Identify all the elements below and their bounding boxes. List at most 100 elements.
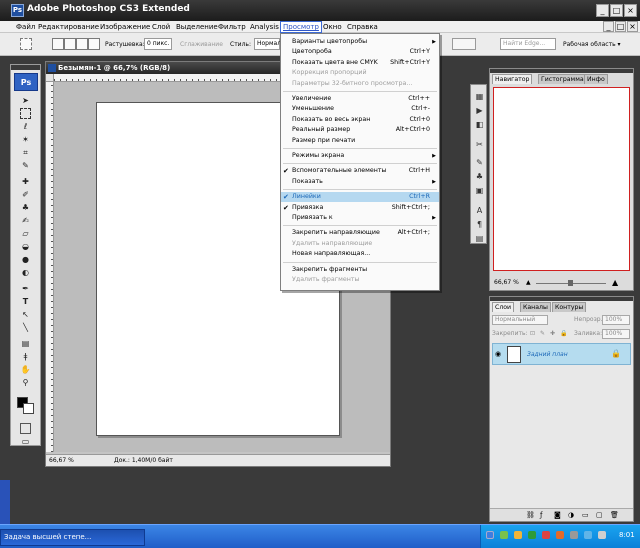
clone-source-panel-icon[interactable]: ♣ xyxy=(474,171,485,182)
menu-analysis[interactable]: Analysis xyxy=(248,22,281,32)
marquee-tool-preset-icon[interactable] xyxy=(20,38,32,50)
link-layers-icon[interactable]: ⛓ xyxy=(526,511,535,519)
slice-tool-icon[interactable]: ✎ xyxy=(20,160,31,171)
view-menu-item[interactable]: Уменьшение Ctrl+- xyxy=(281,104,439,114)
zoom-out-icon[interactable]: ▲ xyxy=(526,277,531,289)
new-layer-icon[interactable]: ▢ xyxy=(596,511,603,519)
tray-volume-icon[interactable] xyxy=(514,531,522,539)
view-menu-item[interactable]: Цветопроба Ctrl+Y xyxy=(281,47,439,57)
brushes-panel-icon[interactable]: ✎ xyxy=(474,157,485,168)
lock-transparent-icon[interactable]: ⊡ xyxy=(530,329,535,339)
background-color-swatch[interactable] xyxy=(23,403,34,414)
new-selection-icon[interactable] xyxy=(52,38,64,50)
tray-alert-icon[interactable] xyxy=(542,531,550,539)
menu-file[interactable]: Файл xyxy=(14,22,37,32)
tab-info[interactable]: Инфо xyxy=(584,74,608,84)
view-menu-item[interactable]: ✔ Вспомогательные элементы Ctrl+H xyxy=(281,166,439,176)
quick-mask-icon[interactable] xyxy=(20,423,31,434)
view-menu-item[interactable]: Новая направляющая... xyxy=(281,249,439,259)
history-brush-tool-icon[interactable]: ✍ xyxy=(20,215,31,226)
character-panel-icon[interactable]: A xyxy=(474,205,485,216)
type-tool-icon[interactable]: T xyxy=(20,296,31,307)
lock-image-icon[interactable]: ✎ xyxy=(540,329,545,339)
antialias-checkbox-label[interactable]: Сглаживание xyxy=(180,41,223,48)
delete-layer-icon[interactable]: 🗑 xyxy=(610,511,619,519)
lasso-tool-icon[interactable]: ℓ xyxy=(20,121,31,132)
zoom-in-icon[interactable]: ▲ xyxy=(612,277,618,289)
view-menu-item[interactable]: Показать во весь экран Ctrl+0 xyxy=(281,115,439,125)
tab-channels[interactable]: Каналы xyxy=(520,302,551,312)
layer-comps-panel-icon[interactable]: ◧ xyxy=(474,119,485,130)
maximize-button[interactable]: □ xyxy=(610,4,623,17)
zoom-tool-icon[interactable]: ⚲ xyxy=(20,377,31,388)
fill-input[interactable]: 100% xyxy=(602,329,630,339)
tab-paths[interactable]: Контуры xyxy=(552,302,587,312)
doc-minimize-button[interactable]: _ xyxy=(603,21,614,32)
view-menu-item[interactable]: Закрепить направляющие Alt+Ctrl+; xyxy=(281,228,439,238)
paint-bucket-tool-icon[interactable]: ◒ xyxy=(20,241,31,252)
menu-edit[interactable]: Редактирование xyxy=(36,22,101,32)
hand-tool-icon[interactable]: ✋ xyxy=(20,364,31,375)
tray-language-icon[interactable] xyxy=(584,531,592,539)
minimize-button[interactable]: _ xyxy=(596,4,609,17)
close-button[interactable]: × xyxy=(624,4,637,17)
ruler-origin[interactable] xyxy=(46,74,54,82)
tray-antivirus-icon[interactable] xyxy=(528,531,536,539)
menu-layer[interactable]: Слой xyxy=(150,22,172,32)
search-input[interactable]: Найти Edge... xyxy=(500,38,556,50)
tray-network-icon[interactable] xyxy=(486,531,494,539)
view-menu-item[interactable]: Показать цвета вне CMYK Shift+Ctrl+Y xyxy=(281,58,439,68)
eyedropper-tool-icon[interactable]: ǂ xyxy=(20,351,31,362)
intersect-selection-icon[interactable] xyxy=(88,38,100,50)
add-selection-icon[interactable] xyxy=(64,38,76,50)
screen-mode-icon[interactable]: ▭ xyxy=(20,436,31,447)
tool-presets-panel-icon[interactable]: ✂ xyxy=(474,139,485,150)
doc-maximize-button[interactable]: □ xyxy=(615,21,626,32)
move-tool-icon[interactable]: ➤ xyxy=(20,95,31,106)
lock-all-icon[interactable]: 🔒 xyxy=(560,329,567,339)
view-menu-item[interactable]: ✔ Линейки Ctrl+R xyxy=(281,192,439,203)
layer-row[interactable]: ◉ Задний план 🔒 xyxy=(492,343,631,365)
menu-help[interactable]: Справка xyxy=(345,22,380,32)
blend-mode-select[interactable]: Нормальный xyxy=(492,315,548,325)
view-menu-item[interactable]: Увеличение Ctrl++ xyxy=(281,94,439,104)
line-tool-icon[interactable]: ╲ xyxy=(20,322,31,333)
view-menu-item[interactable]: Закрепить фрагменты xyxy=(281,265,439,275)
add-mask-icon[interactable]: ◙ xyxy=(554,511,561,519)
layer-name[interactable]: Задний план xyxy=(527,351,568,358)
actions-panel-icon[interactable]: ▶ xyxy=(474,105,485,116)
history-panel-icon[interactable]: ▦ xyxy=(474,91,485,102)
menu-select[interactable]: Выделение xyxy=(174,22,220,32)
view-menu-item[interactable]: Размер при печати xyxy=(281,136,439,146)
menu-image[interactable]: Изображение xyxy=(98,22,152,32)
pen-tool-icon[interactable]: ✒ xyxy=(20,283,31,294)
view-menu-item[interactable]: Показать ▶ xyxy=(281,177,439,187)
navigator-preview[interactable] xyxy=(493,87,630,271)
eraser-tool-icon[interactable]: ▱ xyxy=(20,228,31,239)
tab-layers[interactable]: Слои xyxy=(492,302,515,312)
menu-view[interactable]: Просмотр xyxy=(280,21,322,33)
opacity-input[interactable]: 100% xyxy=(602,315,630,325)
view-menu-item[interactable]: Варианты цветопробы ▶ xyxy=(281,37,439,47)
dodge-tool-icon[interactable]: ◐ xyxy=(20,267,31,278)
crop-tool-icon[interactable]: ⌗ xyxy=(20,147,31,158)
notes-panel-icon[interactable]: ▤ xyxy=(474,233,485,244)
zoom-level[interactable]: 66,67 % xyxy=(49,455,74,466)
brush-tool-icon[interactable]: ✐ xyxy=(20,189,31,200)
menu-filter[interactable]: Фильтр xyxy=(216,22,248,32)
layer-style-icon[interactable]: ƒ xyxy=(540,511,542,519)
doc-close-button[interactable]: × xyxy=(627,21,638,32)
subtract-selection-icon[interactable] xyxy=(76,38,88,50)
tray-update-icon[interactable] xyxy=(556,531,564,539)
visibility-eye-icon[interactable]: ◉ xyxy=(495,350,501,358)
marquee-tool-icon[interactable] xyxy=(20,108,31,119)
menu-window[interactable]: Окно xyxy=(321,22,344,32)
view-menu-item[interactable]: Привязать к ▶ xyxy=(281,213,439,223)
tab-navigator[interactable]: Навигатор xyxy=(492,74,533,84)
adjustment-layer-icon[interactable]: ◑ xyxy=(568,511,574,519)
notes-tool-icon[interactable]: ▤ xyxy=(20,338,31,349)
swatches-panel-icon[interactable]: ▣ xyxy=(474,185,485,196)
lock-position-icon[interactable]: ✚ xyxy=(550,329,555,339)
view-menu-item[interactable]: Режимы экрана ▶ xyxy=(281,151,439,161)
taskbar-task-button[interactable]: Задача высшей степе... xyxy=(0,529,145,546)
